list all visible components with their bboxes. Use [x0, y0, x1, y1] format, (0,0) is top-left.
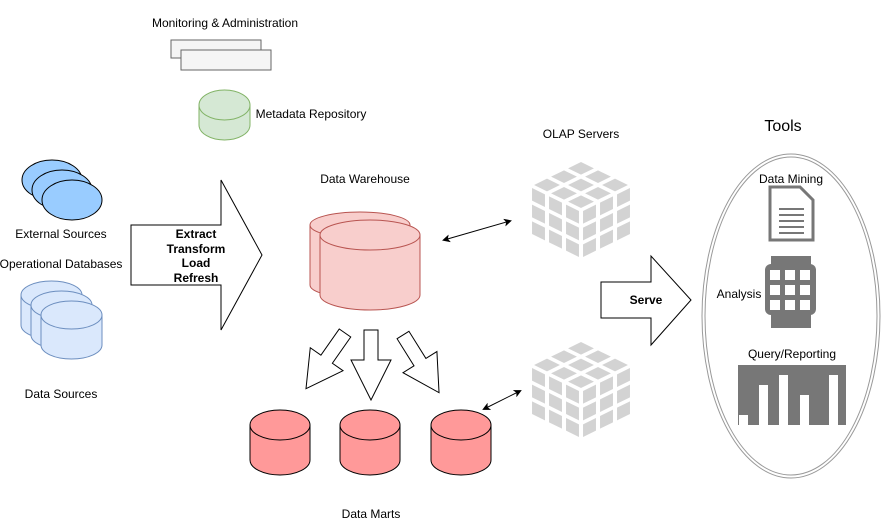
down-arrow-right: [396, 330, 440, 394]
tools-title: Tools: [764, 118, 802, 135]
warehouse-olap-connector: [442, 218, 512, 243]
bar-chart-icon: [738, 365, 846, 425]
olap-servers-label: OLAP Servers: [542, 127, 620, 141]
etl-transform: Transform: [166, 241, 226, 256]
olap-cube-icon: [532, 342, 630, 437]
data-mining-label: Data Mining: [758, 172, 824, 186]
etl-load: Load: [181, 256, 211, 270]
data-mart-icon-2: [339, 409, 401, 476]
etl-extract: Extract: [175, 227, 217, 241]
metadata-label: Metadata Repository: [255, 107, 367, 121]
operational-database-icon: [40, 300, 103, 360]
down-arrow-middle: [350, 329, 392, 402]
data-warehouse-architecture-diagram: Monitoring & Administration Metadata Rep…: [0, 0, 882, 530]
olap-cube-icon: [532, 162, 630, 257]
diagram-canvas: [20, 39, 881, 479]
external-sources-label: External Sources: [15, 227, 107, 241]
analysis-label: Analysis: [716, 287, 762, 301]
monitoring-boxes: [170, 39, 272, 71]
data-mart-icon-3: [430, 409, 492, 476]
data-marts-label: Data Marts: [341, 507, 401, 521]
data-warehouse-label: Data Warehouse: [320, 172, 410, 186]
down-arrow-left: [305, 328, 352, 390]
data-sources-label: Data Sources: [24, 387, 98, 401]
etl-label: Extract Transform Load Refresh: [167, 227, 226, 285]
query-reporting-label: Query/Reporting: [747, 347, 837, 361]
warehouse-to-marts-arrows: [305, 328, 440, 402]
document-icon: [768, 185, 815, 242]
data-warehouse-icon: [319, 219, 421, 311]
external-sources-icon: [21, 159, 103, 221]
metadata-repository-icon: [198, 89, 251, 141]
serve-label: Serve: [629, 293, 663, 307]
operational-databases-label: Operational Databases: [0, 257, 123, 271]
data-mart-icon-1: [249, 409, 311, 476]
etl-refresh: Refresh: [173, 270, 219, 285]
monitoring-label: Monitoring & Administration: [151, 16, 299, 30]
grid-icon: [765, 256, 816, 328]
mart-olap-connector: [482, 390, 522, 410]
